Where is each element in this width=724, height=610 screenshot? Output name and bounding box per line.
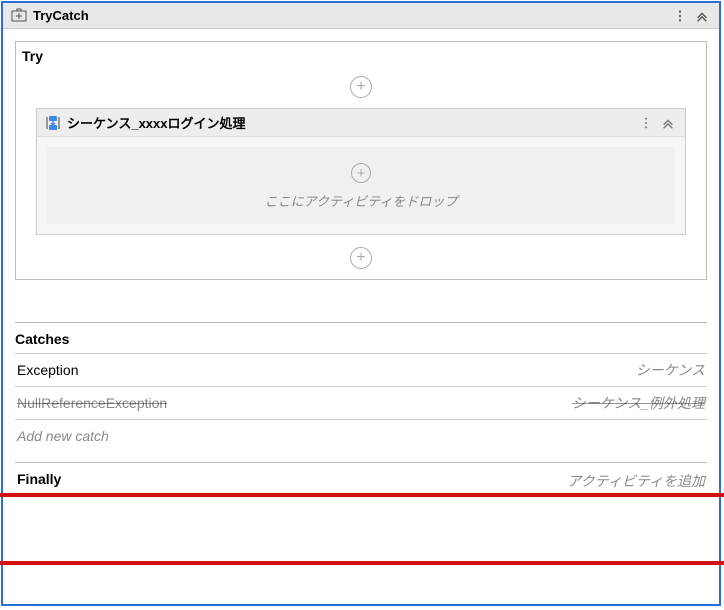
activity-title: TryCatch [33, 8, 667, 23]
finally-add-activity[interactable]: アクティビティを追加 [567, 471, 705, 491]
plus-icon: + [356, 78, 365, 96]
sequence-icon [45, 115, 61, 131]
annotation-highlight-bar [0, 561, 724, 565]
drop-hint: ここにアクティビティをドロップ [47, 191, 675, 210]
catches-section: Catches Exception シーケンス NullReferenceExc… [15, 322, 707, 452]
exception-type: NullReferenceException [17, 395, 167, 411]
chevron-up-icon[interactable] [659, 114, 677, 132]
try-section: Try + シーケンス_xxxxログイン処理 [15, 41, 707, 280]
annotation-highlight-bar [0, 493, 724, 497]
titlebar: TryCatch [3, 3, 719, 29]
add-new-catch-button[interactable]: Add new catch [15, 419, 707, 452]
finally-label: Finally [17, 471, 61, 491]
plus-icon: + [351, 163, 371, 183]
menu-icon[interactable] [637, 114, 655, 132]
trycatch-activity[interactable]: TryCatch Try + シーケンス_xxxxログイン処理 [1, 1, 721, 606]
sequence-title: シーケンス_xxxxログイン処理 [67, 113, 633, 132]
catch-row[interactable]: Exception シーケンス [15, 353, 707, 386]
catch-handler: シーケンス_例外処理 [572, 393, 705, 413]
chevron-up-icon[interactable] [693, 7, 711, 25]
trycatch-icon [11, 8, 27, 24]
catch-handler: シーケンス [636, 360, 705, 380]
sequence-body: + ここにアクティビティをドロップ [37, 137, 685, 234]
menu-icon[interactable] [671, 7, 689, 25]
exception-type: Exception [17, 362, 78, 378]
sequence-activity[interactable]: シーケンス_xxxxログイン処理 + ここにアクティビティをドロップ [36, 108, 686, 235]
add-activity-before-button[interactable]: + [350, 76, 372, 98]
plus-icon: + [356, 249, 365, 267]
drop-area[interactable]: + ここにアクティビティをドロップ [47, 147, 675, 224]
add-activity-after-button[interactable]: + [350, 247, 372, 269]
catch-row[interactable]: NullReferenceException シーケンス_例外処理 [15, 386, 707, 419]
catches-label: Catches [15, 329, 707, 353]
sequence-header: シーケンス_xxxxログイン処理 [37, 109, 685, 137]
activity-body: Try + シーケンス_xxxxログイン処理 [3, 29, 719, 604]
try-label: Try [16, 42, 706, 64]
finally-section[interactable]: Finally アクティビティを追加 [15, 462, 707, 495]
